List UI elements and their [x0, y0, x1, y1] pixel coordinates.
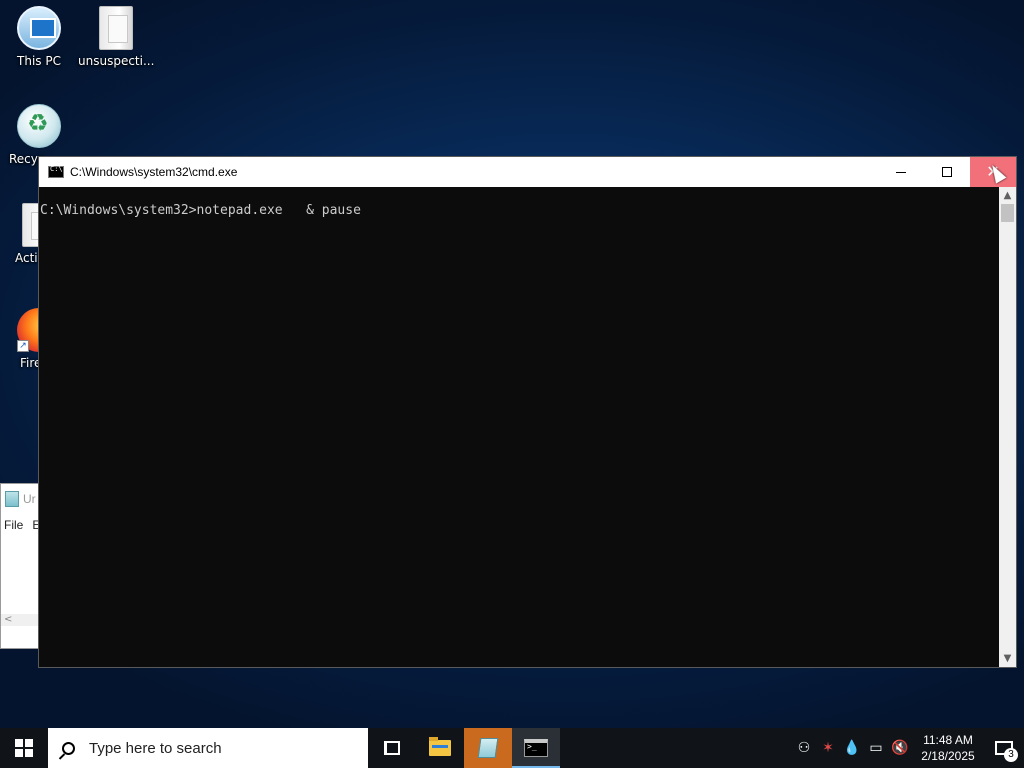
- scroll-up-arrow-icon[interactable]: ▲: [999, 187, 1016, 204]
- notepad-icon: [477, 738, 499, 758]
- minimize-button[interactable]: [878, 157, 924, 187]
- notification-count: 3: [1004, 748, 1018, 762]
- maximize-button[interactable]: [924, 157, 970, 187]
- desktop-icon-unsuspecting-file[interactable]: unsuspecti...: [78, 6, 154, 68]
- people-icon[interactable]: ⚇: [792, 728, 816, 768]
- system-tray: ⚇ ✶ 💧 ▭ 🔇 11:48 AM 2/18/2025 3: [792, 728, 1024, 768]
- notepad-icon: [5, 491, 19, 507]
- maximize-icon: [942, 167, 952, 177]
- clock-time: 11:48 AM: [923, 733, 973, 747]
- droplet-icon[interactable]: 💧: [840, 728, 864, 768]
- search-placeholder: Type here to search: [89, 739, 222, 757]
- file-explorer-button[interactable]: [416, 728, 464, 768]
- volume-muted-icon[interactable]: 🔇: [888, 728, 912, 768]
- notepad-title: Ur: [23, 492, 36, 506]
- menu-file[interactable]: File: [4, 518, 23, 532]
- scrollbar-thumb[interactable]: [1001, 204, 1014, 222]
- cmd-titlebar[interactable]: C:\Windows\system32\cmd.exe ✕: [39, 157, 1016, 187]
- cmd-taskbar-button[interactable]: [512, 728, 560, 768]
- vertical-scrollbar[interactable]: ▲ ▼: [999, 187, 1016, 667]
- console-output[interactable]: C:\Windows\system32>notepad.exe & pause: [39, 187, 999, 667]
- network-status-icon[interactable]: ✶: [816, 728, 840, 768]
- window-title: C:\Windows\system32\cmd.exe: [70, 165, 238, 179]
- taskbar-clock[interactable]: 11:48 AM 2/18/2025: [912, 732, 984, 764]
- windows-logo-icon: [15, 739, 33, 757]
- folder-icon: [429, 737, 451, 756]
- task-view-icon: [384, 741, 400, 755]
- this-pc-icon: [17, 6, 61, 50]
- search-icon: [62, 741, 75, 755]
- command-prompt-icon: [524, 739, 548, 757]
- file-icon: [99, 6, 133, 50]
- scroll-left-arrow-icon[interactable]: <: [4, 614, 12, 625]
- task-view-button[interactable]: [368, 728, 416, 768]
- clock-date: 2/18/2025: [921, 749, 975, 763]
- cmd-window[interactable]: C:\Windows\system32\cmd.exe ✕ C:\Windows…: [38, 156, 1017, 668]
- minimize-icon: [896, 171, 906, 173]
- desktop-icon-this-pc[interactable]: This PC: [1, 6, 77, 68]
- taskbar: Type here to search ⚇ ✶ 💧 ▭ 🔇 11:48 AM 2…: [0, 728, 1024, 768]
- taskbar-search-box[interactable]: Type here to search: [48, 728, 368, 768]
- shortcut-arrow-icon: ↗: [17, 340, 29, 352]
- desktop-icon-label: This PC: [17, 54, 61, 68]
- cmd-app-icon[interactable]: [48, 165, 64, 178]
- notepad-taskbar-button[interactable]: [464, 728, 512, 768]
- recycle-bin-icon: [17, 104, 61, 148]
- action-center-button[interactable]: 3: [984, 728, 1024, 768]
- display-icon[interactable]: ▭: [864, 728, 888, 768]
- scroll-down-arrow-icon[interactable]: ▼: [999, 650, 1016, 667]
- start-button[interactable]: [0, 728, 48, 768]
- desktop-icon-label: unsuspecti...: [78, 54, 155, 68]
